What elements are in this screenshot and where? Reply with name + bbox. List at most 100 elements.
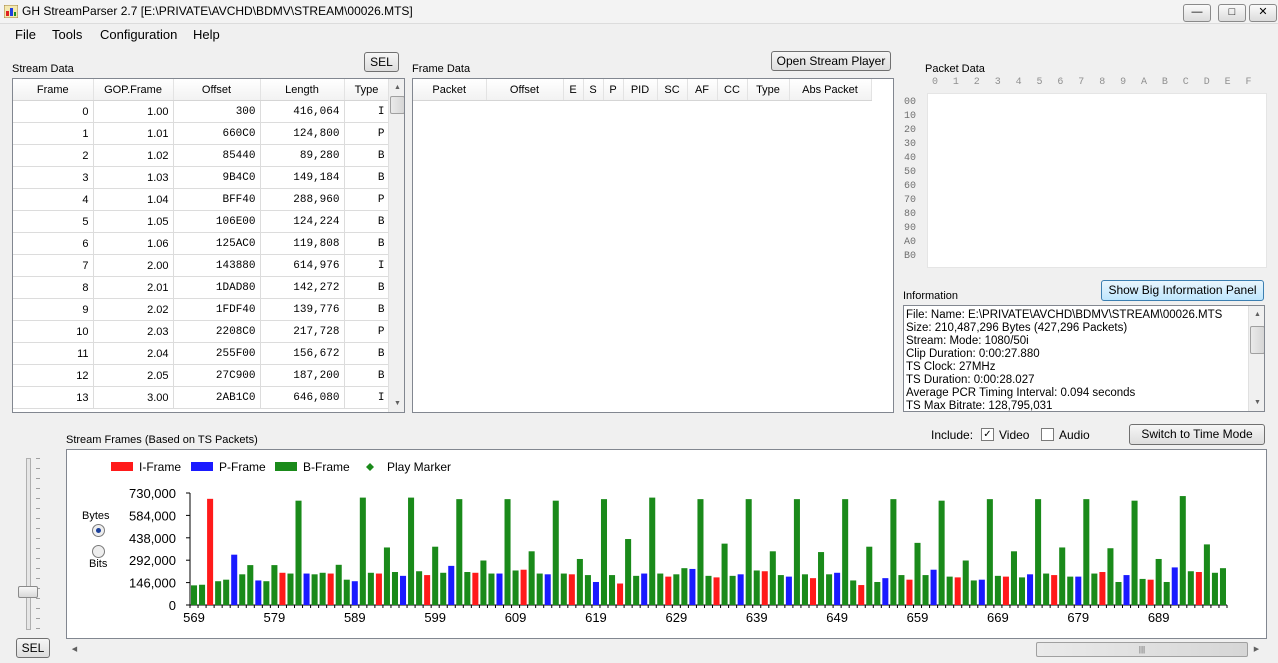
table-row[interactable]: 3 1.03 9B4C0 149,184 B [13, 166, 390, 189]
table-row[interactable]: 12 2.05 27C900 187,200 B [13, 364, 390, 387]
slider-thumb[interactable] [18, 586, 38, 598]
frame-bar-b [681, 568, 688, 605]
chart-hscrollbar[interactable]: ◀ ||| ▶ [66, 641, 1265, 658]
scroll-left-arrow-icon[interactable]: ◀ [66, 641, 83, 658]
frame-bar-p [737, 574, 744, 605]
scroll-up-arrow-icon[interactable]: ▲ [389, 79, 404, 96]
hex-column-label: B [1161, 77, 1168, 88]
minimize-button[interactable]: — [1183, 4, 1211, 22]
stream-sel-button[interactable]: SEL [364, 52, 399, 72]
maximize-button[interactable]: □ [1218, 4, 1246, 22]
frame-bar-b [898, 575, 905, 605]
hex-column-label: A [1141, 77, 1148, 88]
table-cell: 9 [13, 298, 94, 321]
frame-bar-b [818, 552, 825, 605]
scroll-down-arrow-icon[interactable]: ▼ [389, 395, 404, 412]
table-row[interactable]: 11 2.04 255F00 156,672 B [13, 342, 390, 365]
stream-column-header[interactable]: GOP.Frame [93, 79, 174, 101]
hex-column-label: 4 [1015, 77, 1022, 88]
table-row[interactable]: 1 1.01 660C0 124,800 P [13, 122, 390, 145]
close-button[interactable]: ✕ [1249, 4, 1277, 22]
frame-bar-b [1115, 581, 1122, 605]
video-checkbox[interactable]: ✓ [981, 428, 994, 441]
menu-tools[interactable]: Tools [52, 27, 82, 42]
frame-bar-p [930, 569, 937, 605]
frame-bar-i [472, 572, 479, 605]
audio-checkbox[interactable] [1041, 428, 1054, 441]
x-tick-label: 649 [826, 610, 848, 625]
table-row[interactable]: 6 1.06 125AC0 119,808 B [13, 232, 390, 255]
table-row[interactable]: 2 1.02 85440 89,280 B [13, 144, 390, 167]
frame-column-header[interactable]: AF [687, 79, 718, 101]
menu-configuration[interactable]: Configuration [100, 27, 177, 42]
frame-column-header[interactable]: PID [623, 79, 658, 101]
table-row[interactable]: 0 1.00 300 416,064 I [13, 100, 390, 123]
stream-column-header[interactable]: Length [260, 79, 345, 101]
frame-column-header[interactable]: Abs Packet [789, 79, 872, 101]
switch-to-time-mode-button[interactable]: Switch to Time Mode [1129, 424, 1265, 445]
frame-column-header[interactable]: Packet [413, 79, 487, 101]
info-scrollbar[interactable]: ▲ ▼ [1248, 306, 1264, 411]
table-row[interactable]: 9 2.02 1FDF40 139,776 B [13, 298, 390, 321]
table-cell: B [344, 364, 390, 387]
info-line: TS Clock: 27MHz [906, 361, 996, 373]
frame-bar-i [906, 579, 913, 605]
frame-column-header[interactable]: CC [717, 79, 748, 101]
frame-bar-i [761, 571, 768, 605]
menu-help[interactable]: Help [193, 27, 220, 42]
video-label: Video [999, 428, 1030, 442]
frame-column-header[interactable]: E [563, 79, 584, 101]
table-row[interactable]: 7 2.00 143880 614,976 I [13, 254, 390, 277]
hex-row-label: 80 [904, 209, 917, 220]
menu-file[interactable]: File [15, 27, 36, 42]
frame-bar-b [359, 497, 366, 605]
scroll-thumb[interactable] [390, 96, 404, 114]
frame-column-header[interactable]: SC [657, 79, 688, 101]
slider-tick [36, 558, 40, 559]
x-tick-label: 609 [505, 610, 527, 625]
frame-column-header[interactable]: S [583, 79, 604, 101]
table-row[interactable]: 8 2.01 1DAD80 142,272 B [13, 276, 390, 299]
frame-bar-b [584, 575, 591, 605]
hscroll-thumb[interactable]: ||| [1036, 642, 1248, 657]
table-row[interactable]: 5 1.05 106E00 124,224 B [13, 210, 390, 233]
hex-column-label: D [1203, 77, 1210, 88]
frame-bar-p [448, 565, 455, 605]
table-row[interactable]: 10 2.03 2208C0 217,728 P [13, 320, 390, 343]
frame-column-header[interactable]: Offset [486, 79, 564, 101]
table-cell: 1.01 [93, 122, 174, 145]
table-cell: 1.00 [93, 100, 174, 123]
table-cell: 2.00 [93, 254, 174, 277]
chart-sel-button[interactable]: SEL [16, 638, 50, 658]
stream-column-header[interactable]: Type [344, 79, 390, 101]
frame-bar-b [223, 579, 230, 605]
frame-bar-b [199, 584, 206, 605]
table-cell: 13 [13, 386, 94, 409]
table-row[interactable]: 4 1.04 BFF40 288,960 P [13, 188, 390, 211]
frame-bar-b [456, 499, 463, 605]
show-big-information-panel-button[interactable]: Show Big Information Panel [1101, 280, 1264, 301]
scroll-up-arrow-icon[interactable]: ▲ [1249, 306, 1264, 323]
scroll-right-arrow-icon[interactable]: ▶ [1248, 641, 1265, 658]
frame-bar-b [343, 579, 350, 605]
frame-bar-b [826, 574, 833, 605]
frame-column-header[interactable]: Type [747, 79, 790, 101]
check-icon: ✓ [983, 429, 992, 440]
frame-bar-i [279, 572, 286, 605]
table-cell: B [344, 144, 390, 167]
stream-table-scrollbar[interactable]: ▲ ▼ [388, 79, 404, 412]
open-stream-player-button[interactable]: Open Stream Player [771, 51, 891, 71]
frame-bar-b [970, 580, 977, 605]
table-cell: 2AB1C0 [173, 386, 261, 409]
table-row[interactable]: 13 3.00 2AB1C0 646,080 I [13, 386, 390, 409]
zoom-slider[interactable] [16, 453, 48, 631]
frame-bar-b [1091, 573, 1098, 605]
scroll-down-arrow-icon[interactable]: ▼ [1249, 394, 1264, 411]
frame-bar-b [801, 574, 808, 605]
hex-column-header: 0 1 2 3 4 5 6 7 8 9 A B C D E F [932, 77, 1262, 89]
stream-column-header[interactable]: Frame [13, 79, 94, 101]
scroll-thumb[interactable] [1250, 326, 1264, 354]
stream-column-header[interactable]: Offset [173, 79, 261, 101]
frame-column-header[interactable]: P [603, 79, 624, 101]
frame-bar-b [440, 572, 447, 605]
